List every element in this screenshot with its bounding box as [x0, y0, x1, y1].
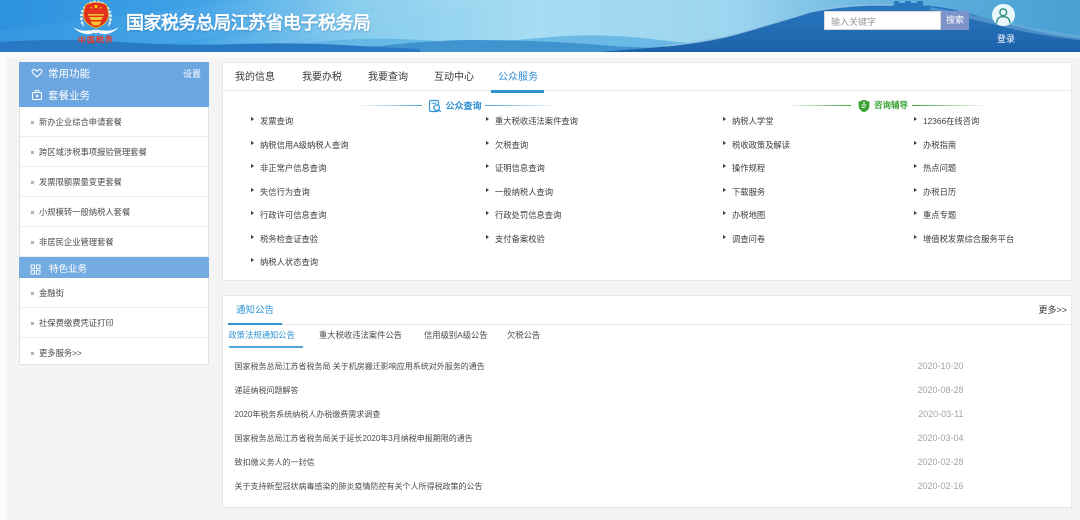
svg-text:中国税务: 中国税务: [78, 34, 114, 45]
